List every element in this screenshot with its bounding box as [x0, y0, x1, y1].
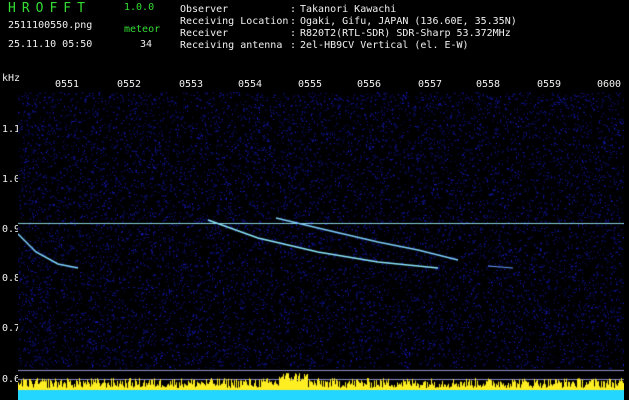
info-value: Takanori Kawachi [300, 4, 397, 15]
timestamp: 25.11.10 05:50 [8, 39, 93, 50]
info-separator: : [290, 4, 297, 15]
info-key: Receiving antenna [180, 40, 283, 51]
time-tick: 0553 [179, 79, 204, 90]
info-key: Receiving Location [180, 16, 289, 27]
time-tick: 0555 [298, 79, 323, 90]
info-value: R820T2(RTL-SDR) SDR-Sharp 53.372MHz [300, 28, 511, 39]
hrofft-window: HROFFT 1.0.0 2511100550.png meteor 25.11… [0, 0, 629, 400]
time-tick: 0556 [357, 79, 382, 90]
header: HROFFT 1.0.0 2511100550.png meteor 25.11… [0, 0, 629, 72]
meteor-count: 34 [140, 39, 153, 50]
time-tick: 0600 [597, 79, 622, 90]
info-value: 2el-HB9CV Vertical (el. E-W) [300, 40, 469, 51]
time-tick: 0558 [476, 79, 501, 90]
time-tick: 0557 [418, 79, 443, 90]
info-separator: : [290, 28, 297, 39]
app-title: HROFFT [8, 1, 91, 16]
info-key: Observer [180, 4, 229, 15]
info-value: Ogaki, Gifu, JAPAN (136.60E, 35.35N) [300, 16, 517, 27]
file-name: 2511100550.png [8, 20, 93, 31]
time-tick: 0551 [55, 79, 80, 90]
frequency-unit-label: kHz [2, 73, 21, 84]
meteor-label: meteor [124, 24, 161, 35]
app-version: 1.0.0 [124, 2, 155, 13]
spectrogram-canvas [18, 92, 624, 400]
time-tick: 0559 [537, 79, 562, 90]
spectrogram-area [18, 92, 624, 400]
time-tick: 0554 [238, 79, 263, 90]
time-tick: 0552 [117, 79, 142, 90]
info-separator: : [290, 40, 297, 51]
info-separator: : [290, 16, 297, 27]
info-key: Receiver [180, 28, 229, 39]
